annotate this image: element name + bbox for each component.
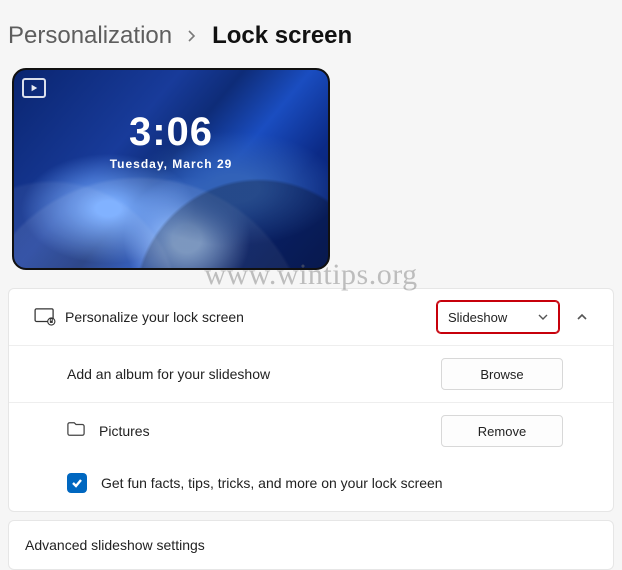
pictures-album-row: Pictures Remove <box>9 402 613 459</box>
preview-time: 3:06 <box>110 110 233 155</box>
pictures-label: Pictures <box>99 423 441 439</box>
preview-date: Tuesday, March 29 <box>110 157 233 171</box>
personalize-label: Personalize your lock screen <box>65 309 437 325</box>
collapse-button[interactable] <box>567 302 597 332</box>
folder-icon <box>67 421 85 442</box>
browse-button[interactable]: Browse <box>441 358 563 390</box>
fun-facts-label: Get fun facts, tips, tricks, and more on… <box>101 475 443 491</box>
fun-facts-checkbox[interactable] <box>67 473 87 493</box>
chevron-down-icon <box>538 310 548 325</box>
background-type-dropdown[interactable]: Slideshow <box>437 301 559 333</box>
chevron-right-icon <box>186 25 198 48</box>
advanced-card[interactable]: Advanced slideshow settings <box>8 520 614 570</box>
advanced-label: Advanced slideshow settings <box>25 537 205 553</box>
breadcrumb-parent[interactable]: Personalization <box>8 22 172 50</box>
lock-screen-icon <box>25 308 65 326</box>
preview-clock: 3:06 Tuesday, March 29 <box>110 110 233 171</box>
breadcrumb: Personalization Lock screen <box>8 0 614 68</box>
lock-screen-preview[interactable]: 3:06 Tuesday, March 29 <box>12 68 330 270</box>
page-title: Lock screen <box>212 22 352 50</box>
personalize-card: Personalize your lock screen Slideshow A… <box>8 288 614 512</box>
add-album-row: Add an album for your slideshow Browse <box>9 345 613 402</box>
slideshow-play-icon <box>22 78 46 98</box>
add-album-label: Add an album for your slideshow <box>67 366 441 382</box>
remove-button[interactable]: Remove <box>441 415 563 447</box>
fun-facts-row: Get fun facts, tips, tricks, and more on… <box>9 459 613 511</box>
personalize-header-row: Personalize your lock screen Slideshow <box>9 289 613 345</box>
dropdown-value: Slideshow <box>448 310 507 325</box>
